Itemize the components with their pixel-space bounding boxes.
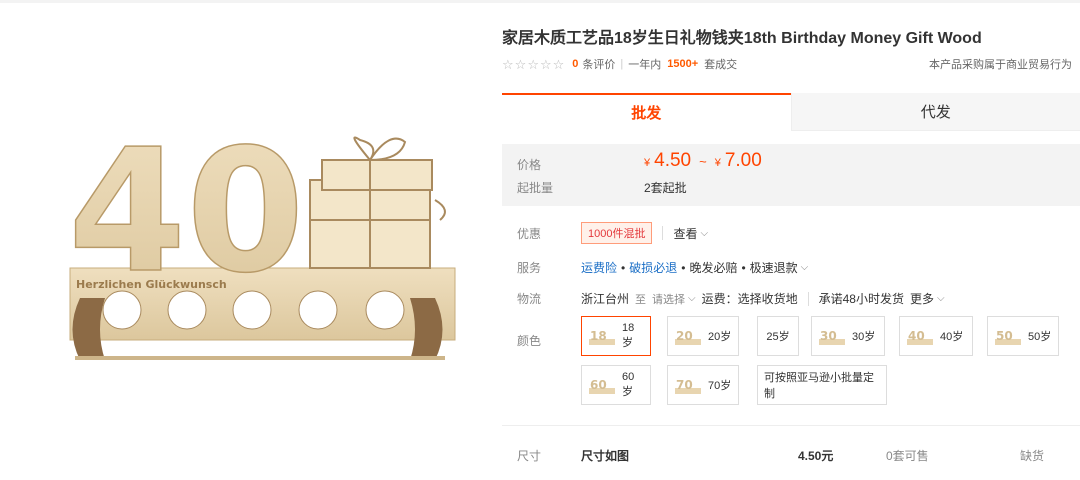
option-label: 20岁 (708, 331, 732, 343)
star-icon: ☆ (527, 56, 539, 72)
color-option-custom[interactable]: 可按照亚马逊小批量定制 (757, 365, 887, 405)
thumb-number: 60 (590, 378, 607, 392)
price-max: 7.00 (724, 150, 762, 171)
moq-value: 2套起批 (644, 181, 687, 195)
service-row: 服务 运费险 • 破损必退 • 晚发必赔 • 极速退款 ⌵ (502, 259, 1080, 276)
review-count[interactable]: 0 (572, 58, 578, 70)
service-damage-return[interactable]: 破损必退 (629, 259, 677, 276)
sku-row: 尺寸 尺寸如图 4.50元 0套可售 缺货 (502, 447, 1080, 467)
moq-label: 起批量 (517, 181, 554, 195)
chevron-down-icon[interactable]: ⌵ (801, 262, 809, 273)
trade-notice: 本产品采购属于商业贸易行为 (929, 59, 1072, 71)
logistics-to: 至 (635, 293, 647, 306)
promo-label: 优惠 (517, 226, 542, 241)
color-option-25[interactable]: 25岁 (757, 316, 799, 356)
tab-dropship[interactable]: 代发 (790, 93, 1080, 131)
option-label: 25岁 (766, 331, 790, 343)
color-option-18[interactable]: 18 18岁 (581, 316, 651, 356)
thumb-number: 20 (676, 329, 693, 343)
price-min: 4.50 (654, 150, 692, 171)
price-box: 价格 ¥ 4.50 ~ ¥ 7.00 起批量 2套起批 (502, 144, 1080, 206)
option-label: 18岁 (622, 322, 635, 349)
color-label: 颜色 (517, 334, 542, 348)
option-label: 70岁 (708, 380, 732, 392)
thumb-number: 18 (590, 329, 607, 343)
sku-name: 尺寸如图 (581, 449, 630, 463)
option-thumbnail: 60 (588, 374, 616, 396)
color-option-20[interactable]: 20 20岁 (667, 316, 739, 356)
logistics-label: 物流 (517, 292, 542, 306)
price-label: 价格 (517, 158, 542, 172)
star-icon: ☆ (514, 56, 527, 72)
option-thumbnail: 70 (674, 374, 702, 396)
review-label[interactable]: 条评价 (582, 56, 615, 72)
sold-count: 1500+ (667, 58, 699, 70)
color-option-40[interactable]: 40 40岁 (899, 316, 973, 356)
bullet: • (681, 260, 686, 275)
logistics-origin: 浙江台州 (581, 292, 630, 306)
star-rating: ☆ ☆ ☆ ☆ ☆ (502, 58, 564, 71)
option-thumbnail: 18 (588, 325, 616, 347)
promo-badge[interactable]: 1000件混批 (581, 222, 653, 244)
divider (807, 291, 809, 306)
divider (662, 226, 664, 240)
thumb-number: 30 (820, 329, 837, 343)
color-option-50[interactable]: 50 50岁 (987, 316, 1059, 356)
option-label: 40岁 (940, 331, 964, 343)
option-thumbnail: 30 (818, 325, 846, 347)
currency-symbol: ¥ (644, 157, 651, 169)
logistics-more[interactable]: 更多 (910, 290, 934, 307)
chevron-down-icon[interactable]: ⌵ (688, 293, 696, 304)
product-title: 家居木质工艺品18岁生日礼物钱夹18th Birthday Money Gift… (502, 30, 982, 47)
option-label: 可按照亚马逊小批量定制 (764, 372, 874, 400)
rating-row: ☆ ☆ ☆ ☆ ☆ 0 条评价 | 一年内 1500+ 套成交 本产品采购属于商… (502, 55, 1072, 73)
sku-label: 尺寸 (517, 449, 542, 463)
bullet: • (741, 260, 746, 275)
thumb-number: 70 (676, 378, 693, 392)
sku-stock: 0套可售 (886, 449, 929, 463)
option-label: 50岁 (1028, 331, 1052, 343)
service-fast-refund[interactable]: 极速退款 (750, 259, 798, 276)
thumb-number: 40 (908, 329, 925, 343)
sold-label: 套成交 (704, 59, 738, 71)
price-separator: ~ (699, 154, 707, 169)
chevron-down-icon[interactable]: ⌵ (937, 293, 945, 304)
option-label: 60岁 (622, 371, 635, 398)
star-icon: ☆ (539, 56, 552, 72)
sku-price: 4.50元 (798, 449, 834, 463)
star-icon: ☆ (502, 56, 514, 72)
option-thumbnail: 50 (994, 325, 1022, 347)
logistics-row: 物流 浙江台州 至 请选择 ⌵ 运费：选择收货地 承诺48小时发货 更多 ⌵ (502, 290, 1080, 307)
bullet: • (621, 260, 626, 275)
option-thumbnail: 40 (906, 325, 934, 347)
color-option-60[interactable]: 60 60岁 (581, 365, 651, 405)
divider: | (620, 58, 624, 70)
section-divider (502, 425, 1080, 426)
color-option-70[interactable]: 70 70岁 (667, 365, 739, 405)
color-option-30[interactable]: 30 30岁 (811, 316, 885, 356)
freight-info: 运费：选择收货地 (701, 292, 798, 306)
tab-wholesale[interactable]: 批发 (502, 93, 791, 131)
option-thumbnail: 20 (674, 325, 702, 347)
service-freight-insurance[interactable]: 运费险 (581, 259, 617, 276)
service-label: 服务 (517, 261, 542, 275)
promo-view[interactable]: 查看 (673, 225, 697, 242)
sku-status: 缺货 (1020, 449, 1045, 463)
service-late-compensation[interactable]: 晚发必赔 (689, 259, 737, 276)
price-range: ¥ 4.50 ~ ¥ 7.00 (644, 150, 762, 172)
chevron-down-icon[interactable]: ⌵ (701, 228, 709, 239)
thumb-number: 50 (996, 329, 1013, 343)
currency-symbol: ¥ (714, 157, 721, 169)
image-engraving: Herzlichen Glückwunsch (76, 278, 227, 291)
product-image[interactable]: 40 Herzlichen Glückwunsch (60, 112, 460, 380)
star-icon: ☆ (552, 56, 565, 72)
product-detail-panel: 家居木质工艺品18岁生日礼物钱夹18th Birthday Money Gift… (502, 0, 1080, 480)
promo-row: 优惠 1000件混批 查看 ⌵ (502, 222, 1080, 244)
destination-select[interactable]: 请选择 (652, 291, 685, 307)
purchase-tabs: 批发 代发 (502, 93, 1080, 131)
option-label: 30岁 (852, 331, 876, 343)
shipping-promise: 承诺48小时发货 (818, 292, 904, 306)
year-label: 一年内 (628, 59, 662, 71)
